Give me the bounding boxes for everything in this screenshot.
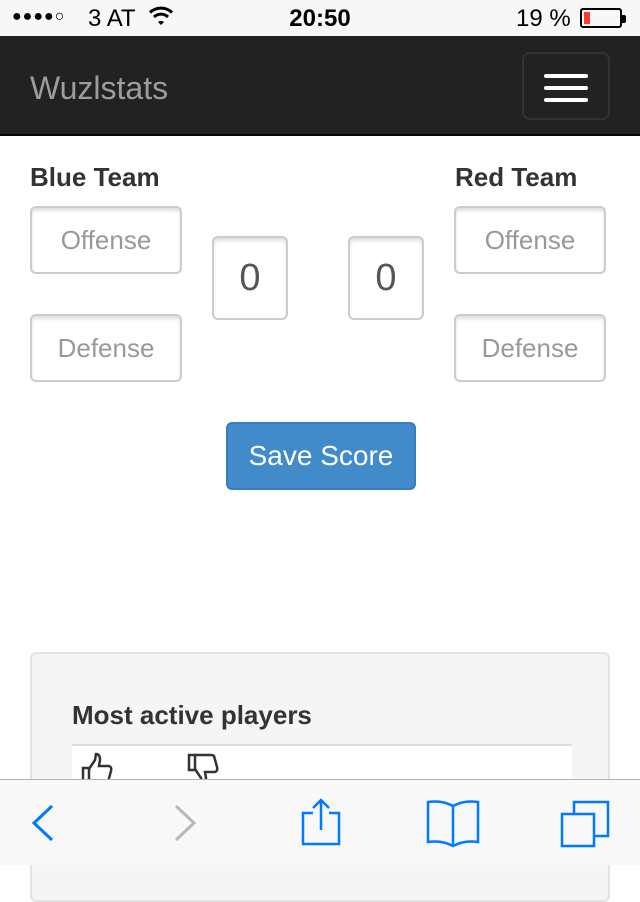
blue-offense-input[interactable] xyxy=(30,206,182,274)
brand-link[interactable]: Wuzlstats xyxy=(30,70,168,107)
safari-toolbar xyxy=(0,779,640,865)
back-icon[interactable] xyxy=(20,798,70,848)
menu-toggle-button[interactable] xyxy=(522,52,610,120)
bookmarks-icon[interactable] xyxy=(426,798,480,848)
panel-title: Most active players xyxy=(72,700,312,730)
red-score-input[interactable] xyxy=(348,236,424,320)
battery-icon xyxy=(580,8,626,28)
hamburger-menu-icon xyxy=(544,74,588,78)
battery-percent: 19 % xyxy=(516,5,571,32)
blue-score-input[interactable] xyxy=(212,236,288,320)
tabs-icon[interactable] xyxy=(560,798,610,848)
red-team-title: Red Team xyxy=(455,162,578,192)
red-defense-input[interactable] xyxy=(454,314,606,382)
blue-team-title: Blue Team xyxy=(30,162,160,192)
battery-level-fill xyxy=(584,12,590,24)
red-offense-input[interactable] xyxy=(454,206,606,274)
share-icon[interactable] xyxy=(296,798,346,848)
save-score-button[interactable]: Save Score xyxy=(226,422,416,490)
forward-icon[interactable] xyxy=(158,798,208,848)
navbar: Wuzlstats xyxy=(0,36,640,136)
ios-status-bar: ●●●●○ 3 AT 20:50 19 % xyxy=(0,0,640,36)
blue-defense-input[interactable] xyxy=(30,314,182,382)
